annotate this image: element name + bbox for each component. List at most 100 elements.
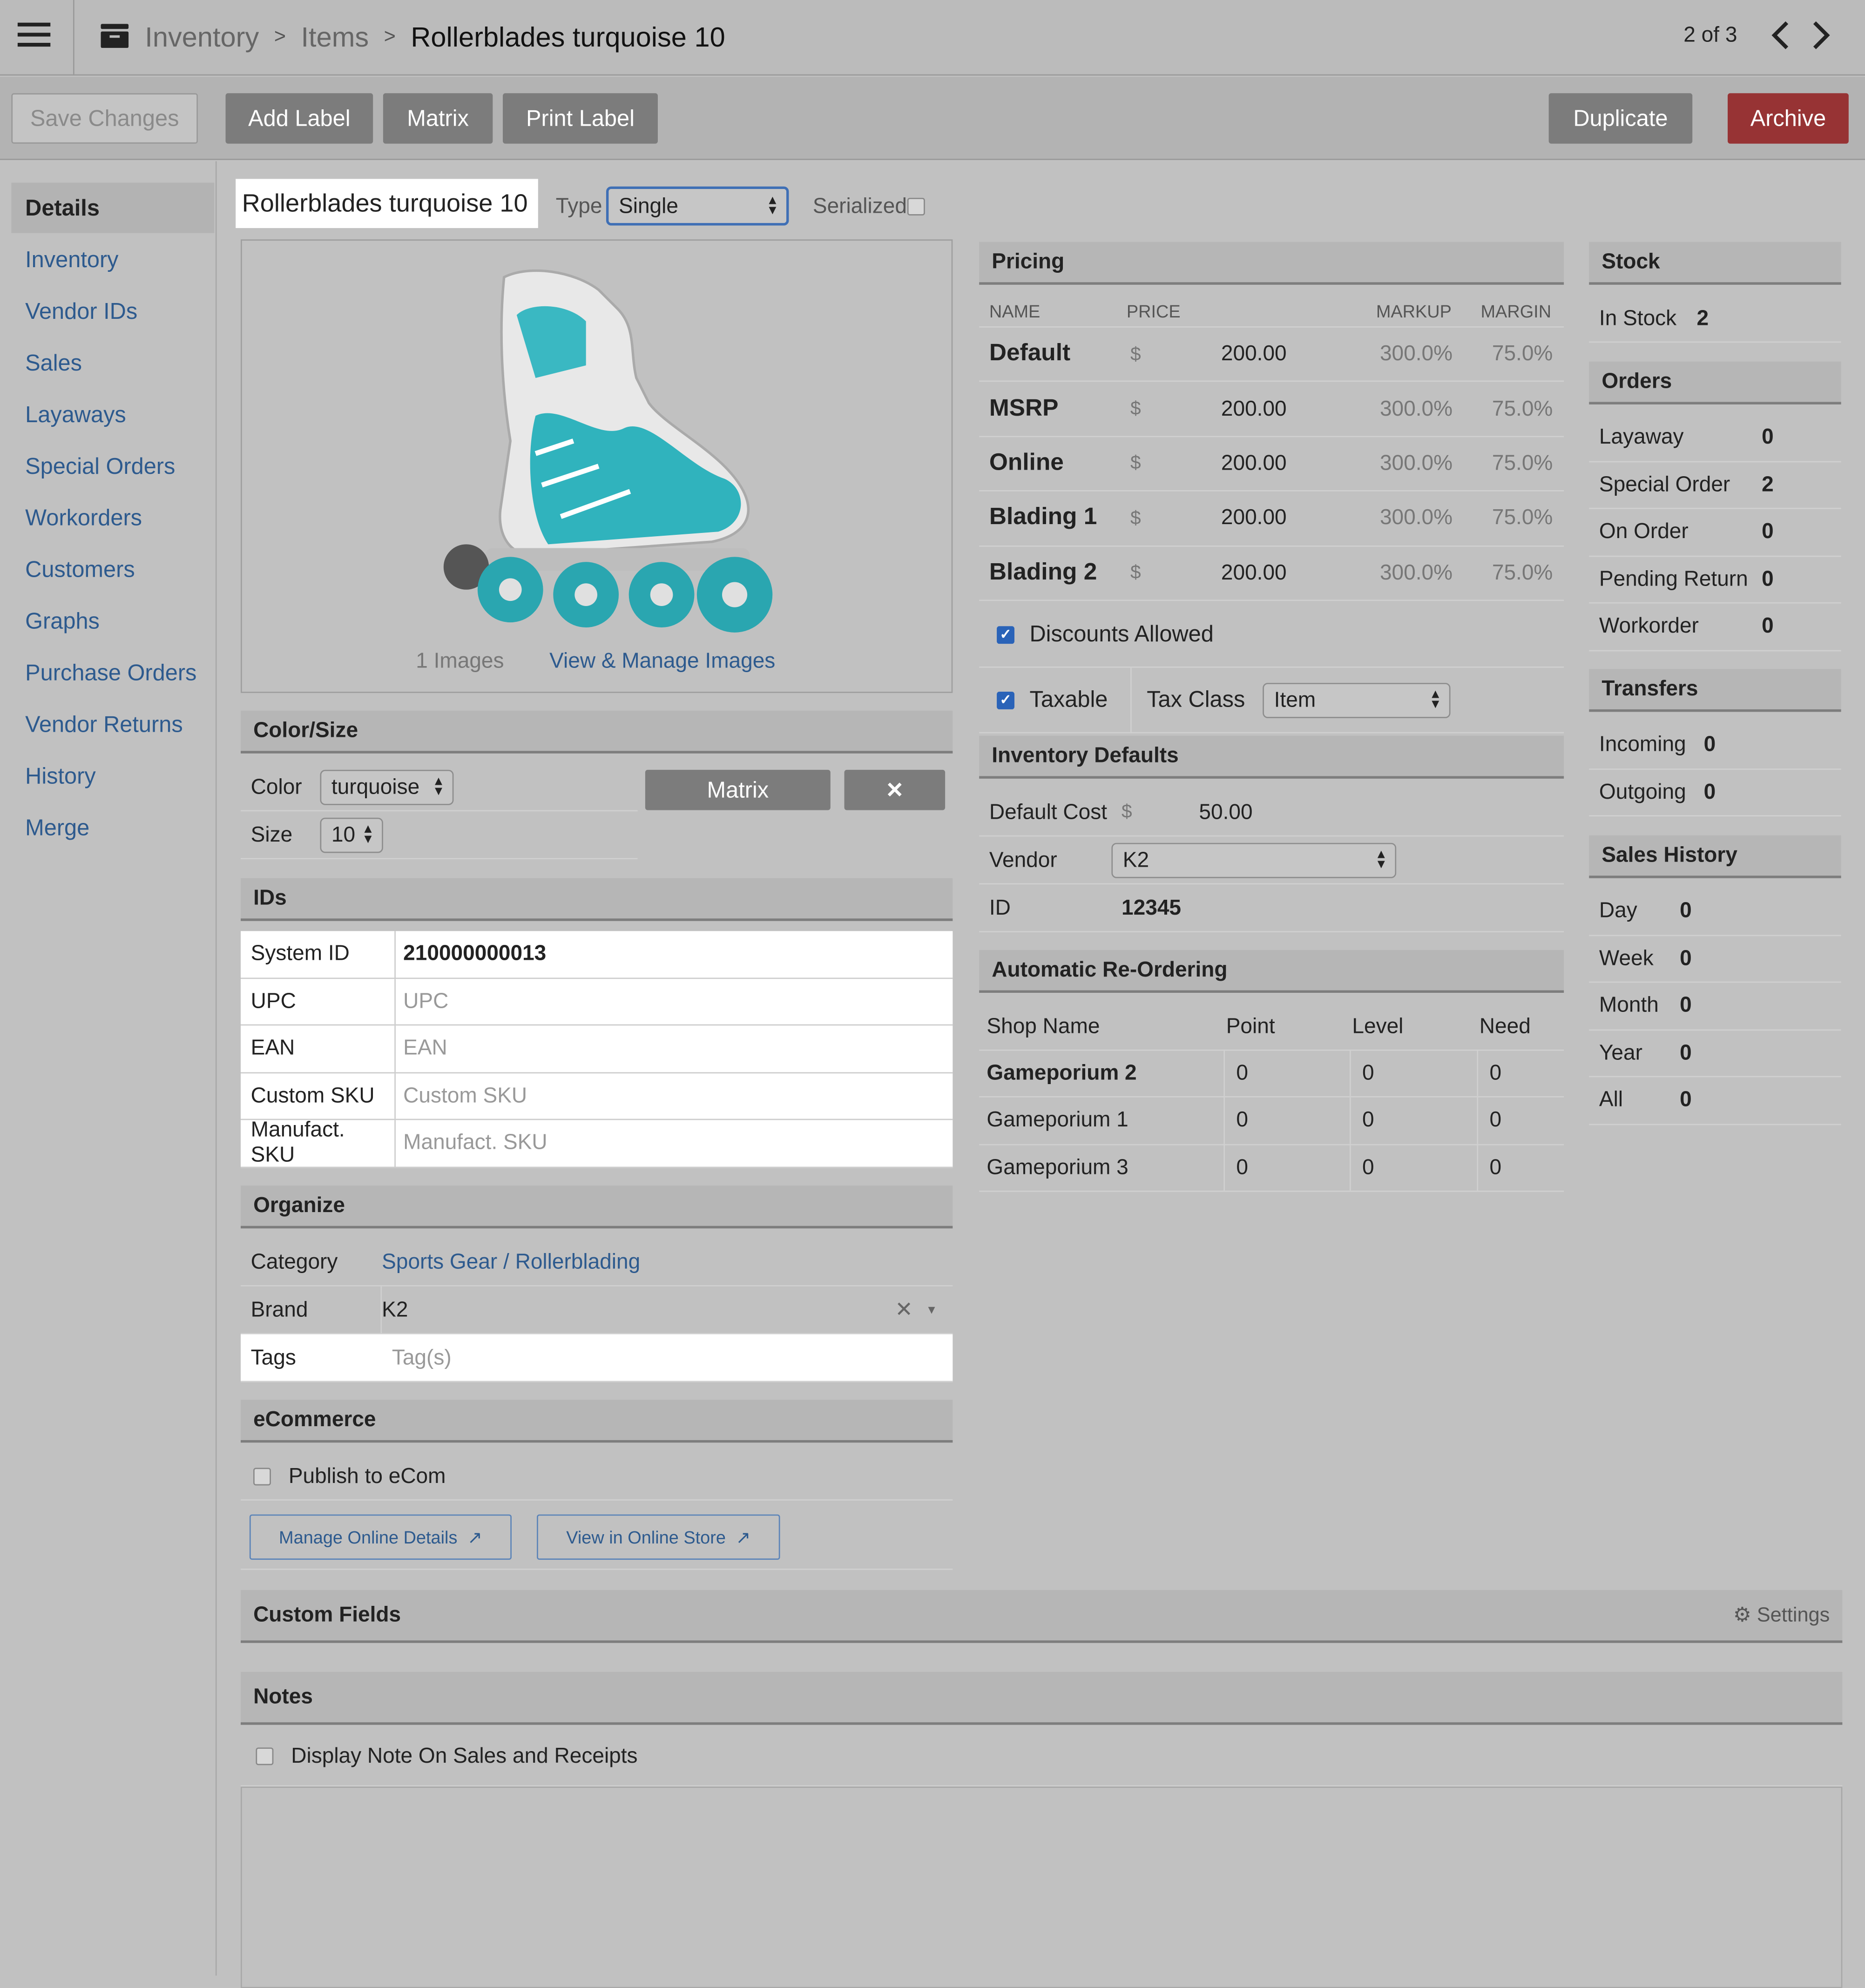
vendor-id-label: ID (989, 895, 1011, 919)
type-select[interactable]: Single ▲ ▼ (606, 186, 789, 226)
markup-value[interactable]: 300.0% (1380, 451, 1453, 476)
markup-value[interactable]: 300.0% (1380, 560, 1453, 586)
sidebar-item-vendor-ids[interactable]: Vendor IDs (25, 286, 214, 337)
markup-value[interactable]: 300.0% (1380, 397, 1453, 422)
sidebar-item-inventory[interactable]: Inventory (25, 234, 214, 286)
print-label-button[interactable]: Print Label (503, 93, 658, 144)
sales-history-value: 0 (1680, 1087, 1692, 1112)
sidebar-item-layaways[interactable]: Layaways (25, 389, 214, 441)
default-cost-label: Default Cost (989, 799, 1108, 823)
reorder-level-input[interactable]: 0 (1362, 1108, 1374, 1133)
ids-input[interactable]: Manufact. SKU (396, 1131, 547, 1156)
reorder-col-shop: Shop Name (987, 1013, 1100, 1038)
ids-row: Custom SKU Custom SKU (240, 1072, 953, 1120)
price-name: Default (989, 340, 1071, 367)
size-select[interactable]: 10 ▲ ▼ (320, 817, 383, 853)
transfers-label: Incoming (1599, 732, 1686, 756)
sidebar-item-vendor-returns[interactable]: Vendor Returns (25, 699, 214, 751)
view-online-store-button[interactable]: View in Online Store ↗ (537, 1514, 780, 1560)
item-name-input[interactable]: Rollerblades turquoise 10 (236, 179, 538, 228)
price-input[interactable]: 200.00 (1221, 505, 1287, 531)
add-label-button[interactable]: Add Label (225, 93, 373, 144)
markup-value[interactable]: 300.0% (1380, 342, 1453, 367)
publish-checkbox[interactable] (253, 1467, 271, 1485)
rollerblade-product-image[interactable] (410, 264, 788, 640)
brand-value[interactable]: K2 (382, 1297, 895, 1322)
transfers-row: Outgoing 0 (1589, 769, 1841, 817)
auto-reorder-header: Automatic Re-Ordering (979, 950, 1564, 993)
breadcrumb-inventory[interactable]: Inventory (145, 21, 259, 54)
orders-row: Special Order 2 (1589, 462, 1841, 509)
color-select[interactable]: turquoise ▲ ▼ (320, 769, 454, 805)
matrix-button[interactable]: Matrix (383, 93, 493, 144)
reorder-need-input[interactable]: 0 (1489, 1155, 1501, 1180)
pricing-table-header: NAME PRICE MARKUP MARGIN (979, 295, 1564, 328)
sidebar-item-graphs[interactable]: Graphs (25, 596, 214, 647)
display-note-checkbox[interactable] (256, 1746, 274, 1765)
archive-button[interactable]: Archive (1728, 93, 1849, 144)
price-input[interactable]: 200.00 (1221, 342, 1287, 367)
notes-textarea[interactable] (240, 1786, 1843, 1988)
breadcrumb-items[interactable]: Items (301, 21, 369, 54)
sales-history-label: Day (1599, 898, 1637, 923)
sidebar-item-customers[interactable]: Customers (25, 544, 214, 596)
in-stock-label: In Stock (1599, 305, 1677, 330)
sidebar-item-workorders[interactable]: Workorders (25, 492, 214, 544)
tax-class-select[interactable]: Item ▲ ▼ (1263, 682, 1451, 718)
color-size-matrix-button[interactable]: Matrix (645, 769, 831, 810)
price-input[interactable]: 200.00 (1221, 560, 1287, 586)
reorder-table-header: Shop Name Point Level Need (979, 1003, 1564, 1051)
next-chevron-icon[interactable] (1807, 18, 1835, 53)
ids-input[interactable]: Custom SKU (396, 1083, 527, 1108)
reorder-point-input[interactable]: 0 (1236, 1061, 1248, 1086)
margin-value[interactable]: 75.0% (1492, 560, 1553, 586)
taxable-checkbox[interactable]: ✓ (997, 691, 1014, 709)
default-cost-input[interactable]: 50.00 (1164, 799, 1252, 824)
margin-value[interactable]: 75.0% (1492, 451, 1553, 476)
ids-value[interactable]: 210000000013 (396, 942, 546, 967)
tags-input[interactable]: Tag(s) (392, 1345, 452, 1370)
remove-matrix-button[interactable]: × (844, 769, 946, 810)
price-input[interactable]: 200.00 (1221, 397, 1287, 422)
sidebar-item-special-orders[interactable]: Special Orders (25, 441, 214, 492)
cost-currency: $ (1122, 801, 1132, 823)
discounts-checkbox[interactable]: ✓ (997, 625, 1014, 643)
category-link[interactable]: Sports Gear / Rollerblading (382, 1249, 640, 1274)
select-arrows-icon: ▲ ▼ (766, 193, 779, 217)
reorder-level-input[interactable]: 0 (1362, 1155, 1374, 1180)
reorder-need-input[interactable]: 0 (1489, 1061, 1501, 1086)
pricing-header: Pricing (979, 242, 1564, 285)
reorder-need-input[interactable]: 0 (1489, 1108, 1501, 1133)
margin-value[interactable]: 75.0% (1492, 342, 1553, 367)
sidebar-item-sales[interactable]: Sales (25, 337, 214, 389)
view-manage-images-link[interactable]: View & Manage Images (549, 649, 775, 674)
vendor-select[interactable]: K2 ▲ ▼ (1111, 842, 1397, 878)
margin-value[interactable]: 75.0% (1492, 397, 1553, 422)
reorder-point-input[interactable]: 0 (1236, 1108, 1248, 1133)
save-changes-button[interactable]: Save Changes (11, 93, 198, 144)
markup-value[interactable]: 300.0% (1380, 505, 1453, 531)
reorder-point-input[interactable]: 0 (1236, 1155, 1248, 1180)
vendor-id-value[interactable]: 12345 (1122, 895, 1181, 920)
sidebar-item-history[interactable]: History (25, 751, 214, 802)
sidebar-item-merge[interactable]: Merge (25, 802, 214, 854)
sidebar-item-details[interactable]: Details (25, 182, 214, 234)
margin-value[interactable]: 75.0% (1492, 505, 1553, 531)
price-input[interactable]: 200.00 (1221, 451, 1287, 476)
duplicate-button[interactable]: Duplicate (1548, 93, 1693, 144)
sidebar-item-purchase-orders[interactable]: Purchase Orders (25, 647, 214, 699)
custom-fields-settings[interactable]: ⚙ Settings (1733, 1603, 1830, 1628)
manage-online-details-button[interactable]: Manage Online Details ↗ (249, 1514, 512, 1560)
serialized-label: Serialized (812, 194, 907, 218)
hamburger-menu-icon[interactable] (17, 22, 51, 51)
clear-brand-icon[interactable]: ✕ (895, 1297, 913, 1322)
previous-chevron-icon[interactable] (1767, 18, 1795, 53)
brand-dropdown-chevron-icon[interactable]: ▾ (928, 1301, 935, 1318)
cell-divider (1349, 1145, 1351, 1191)
ids-input[interactable]: UPC (396, 989, 448, 1014)
serialized-checkbox[interactable] (907, 197, 925, 216)
ids-input[interactable]: EAN (396, 1036, 447, 1061)
reorder-level-input[interactable]: 0 (1362, 1061, 1374, 1086)
external-link-icon: ↗ (736, 1526, 751, 1547)
ids-row: System ID 210000000013 (240, 931, 953, 978)
